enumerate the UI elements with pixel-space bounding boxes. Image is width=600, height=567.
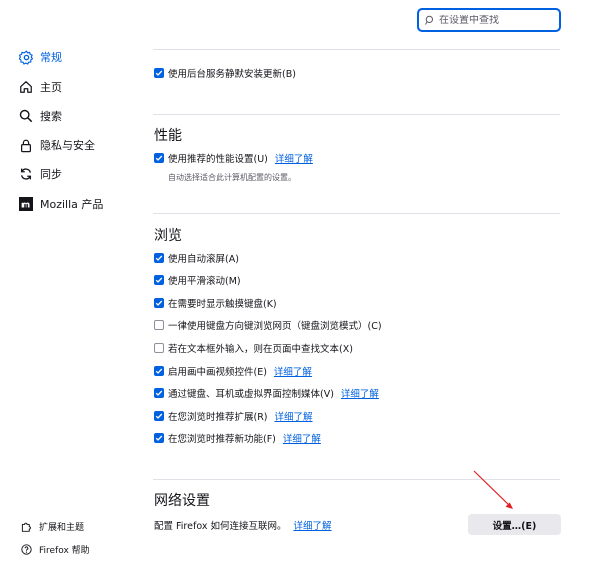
sidebar-item-sync[interactable]: 同步: [18, 164, 62, 184]
checkbox-unchecked[interactable]: [154, 320, 164, 330]
setting-label: 使用平滑滚动(M): [168, 276, 241, 287]
setting-label: 通过键盘、耳机或虚拟界面控制媒体(V): [168, 389, 334, 400]
gear-icon: [18, 49, 34, 65]
setting-label: 使用后台服务静默安装更新(B): [168, 69, 296, 80]
setting-browsing-option[interactable]: 使用平滑滚动(M): [154, 273, 241, 287]
sidebar-item-search[interactable]: 搜索: [18, 106, 62, 126]
setting-label: 若在文本框外输入，则在页面中查找文本(X): [168, 344, 353, 355]
setting-browsing-option[interactable]: 使用自动滚屏(A): [154, 251, 239, 265]
sidebar-item-home[interactable]: 主页: [18, 77, 62, 97]
setting-browsing-option[interactable]: 在您浏览时推荐新功能(F) 详细了解: [154, 431, 321, 445]
setting-browsing-option[interactable]: 一律使用键盘方向键浏览网页（键盘浏览模式）(C): [154, 318, 382, 332]
setting-label: 在需要时显示触摸键盘(K): [168, 299, 277, 310]
search-icon: [425, 15, 433, 25]
checkbox-checked[interactable]: [154, 153, 164, 163]
sidebar-item-privacy[interactable]: 隐私与安全: [18, 135, 95, 155]
sidebar-firefox-help[interactable]: Firefox 帮助: [20, 541, 90, 557]
setting-label: 在您浏览时推荐扩展(R): [168, 412, 268, 423]
sidebar-item-label: 搜索: [40, 110, 62, 123]
learn-more-link[interactable]: 详细了解: [283, 431, 321, 445]
sidebar-item-label: Mozilla 产品: [40, 198, 104, 211]
checkbox-checked[interactable]: [154, 298, 164, 308]
network-description-row: 配置 Firefox 如何连接互联网。 详细了解: [154, 518, 332, 532]
setting-background-update[interactable]: 使用后台服务静默安装更新(B): [154, 66, 296, 80]
checkbox-checked[interactable]: [154, 366, 164, 376]
annotation-arrow-icon: [473, 470, 513, 509]
checkbox-checked[interactable]: [154, 68, 164, 78]
setting-browsing-option[interactable]: 在您浏览时推荐扩展(R) 详细了解: [154, 409, 313, 423]
sidebar-item-label: 隐私与安全: [40, 139, 95, 152]
sidebar-item-label: 同步: [40, 168, 62, 181]
network-settings-button[interactable]: 设置…(E): [468, 514, 561, 535]
setting-browsing-option[interactable]: 通过键盘、耳机或虚拟界面控制媒体(V) 详细了解: [154, 386, 379, 400]
setting-label: 启用画中画视频控件(E): [168, 367, 267, 378]
setting-browsing-option[interactable]: 启用画中画视频控件(E) 详细了解: [154, 364, 312, 378]
sidebar-item-label: 主页: [40, 81, 62, 94]
learn-more-link[interactable]: 详细了解: [275, 409, 313, 423]
divider: [153, 213, 560, 214]
divider: [153, 49, 560, 50]
checkbox-checked[interactable]: [154, 411, 164, 421]
search-icon: [18, 108, 34, 124]
setting-label: 一律使用键盘方向键浏览网页（键盘浏览模式）(C): [168, 321, 382, 332]
sidebar-item-mozilla-products[interactable]: Mozilla 产品: [18, 194, 103, 214]
learn-more-link[interactable]: 详细了解: [341, 386, 379, 400]
setting-browsing-option[interactable]: 若在文本框外输入，则在页面中查找文本(X): [154, 341, 353, 355]
sidebar-footer-label: Firefox 帮助: [39, 545, 90, 556]
checkbox-checked[interactable]: [154, 433, 164, 443]
setting-label: 在您浏览时推荐新功能(F): [168, 434, 276, 445]
checkbox-checked[interactable]: [154, 275, 164, 285]
sidebar-item-general[interactable]: 常规: [18, 47, 62, 67]
lock-icon: [18, 137, 34, 153]
setting-label: 使用自动滚屏(A): [168, 254, 239, 265]
help-icon: [20, 543, 32, 555]
network-description: 配置 Firefox 如何连接互联网。: [154, 521, 287, 532]
learn-more-link[interactable]: 详细了解: [274, 364, 312, 378]
mozilla-logo-icon: [18, 196, 34, 212]
settings-search-box[interactable]: [417, 8, 561, 32]
section-heading-network: 网络设置: [154, 493, 210, 509]
learn-more-link[interactable]: 详细了解: [275, 151, 313, 165]
section-heading-performance: 性能: [154, 128, 182, 144]
divider: [153, 114, 560, 115]
home-icon: [18, 79, 34, 95]
search-input[interactable]: [439, 14, 554, 26]
checkbox-checked[interactable]: [154, 388, 164, 398]
performance-description: 自动选择适合此计算机配置的设置。: [168, 173, 296, 182]
learn-more-link[interactable]: 详细了解: [293, 518, 331, 532]
sync-icon: [18, 166, 34, 182]
setting-browsing-option[interactable]: 在需要时显示触摸键盘(K): [154, 296, 277, 310]
setting-recommended-performance[interactable]: 使用推荐的性能设置(U) 详细了解: [154, 151, 313, 165]
sidebar: 常规 主页 搜索 隐私与安全 同步 Mozilla 产品 扩展和主题 Firef…: [0, 0, 140, 567]
puzzle-icon: [20, 520, 32, 532]
sidebar-extensions-themes[interactable]: 扩展和主题: [20, 518, 84, 534]
sidebar-item-label: 常规: [40, 51, 62, 64]
section-heading-browsing: 浏览: [154, 228, 182, 244]
checkbox-checked[interactable]: [154, 253, 164, 263]
sidebar-footer-label: 扩展和主题: [39, 522, 85, 533]
setting-label: 使用推荐的性能设置(U): [168, 154, 268, 165]
checkbox-unchecked[interactable]: [154, 343, 164, 353]
